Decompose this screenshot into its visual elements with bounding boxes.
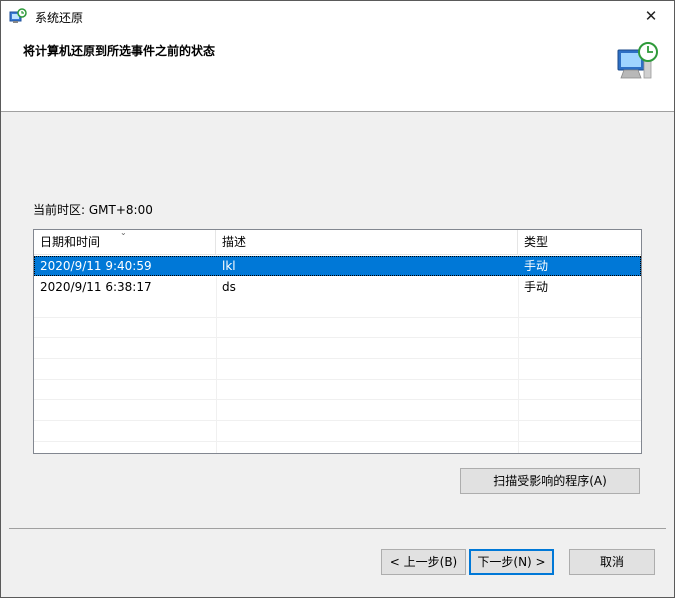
footer-divider [9, 528, 666, 529]
restore-points-table[interactable]: ⌄ 日期和时间 描述 类型 2020/9/11 9:40:59 lkl 手动 2… [33, 229, 642, 454]
column-header-label: 类型 [524, 235, 549, 249]
empty-row [34, 380, 641, 400]
wizard-header: 将计算机还原到所选事件之前的状态 [1, 32, 674, 112]
cell-datetime: 2020/9/11 6:38:17 [40, 280, 152, 294]
table-header: ⌄ 日期和时间 描述 类型 [34, 230, 641, 255]
system-restore-icon [9, 8, 27, 26]
empty-row [34, 360, 641, 380]
sort-descending-icon: ⌄ [120, 229, 127, 237]
empty-row [34, 318, 641, 338]
system-restore-icon [614, 40, 662, 84]
table-row[interactable]: 2020/9/11 6:38:17 ds 手动 [34, 277, 641, 297]
timezone-label: 当前时区: GMT+8:00 [33, 203, 153, 217]
column-header-label: 描述 [222, 235, 247, 249]
column-header-type[interactable]: 类型 [518, 230, 641, 254]
back-button[interactable]: < 上一步(B) [381, 549, 466, 575]
empty-row [34, 422, 641, 442]
title-bar: 系统还原 ✕ [1, 1, 674, 32]
column-header-datetime[interactable]: ⌄ 日期和时间 [34, 230, 216, 254]
scan-affected-programs-button[interactable]: 扫描受影响的程序(A) [460, 468, 640, 494]
cell-type: 手动 [524, 280, 549, 294]
column-header-description[interactable]: 描述 [216, 230, 518, 254]
cell-description: lkl [222, 259, 236, 273]
cell-datetime: 2020/9/11 9:40:59 [40, 259, 152, 273]
close-button[interactable]: ✕ [628, 1, 674, 32]
window-title: 系统还原 [35, 11, 84, 25]
empty-row [34, 339, 641, 359]
wizard-content: 当前时区: GMT+8:00 ⌄ 日期和时间 描述 类型 2020/9/11 9… [1, 112, 674, 525]
cancel-button[interactable]: 取消 [569, 549, 655, 575]
next-button[interactable]: 下一步(N) > [469, 549, 554, 575]
column-header-label: 日期和时间 [40, 235, 101, 249]
cell-description: ds [222, 280, 236, 294]
system-restore-window: 系统还原 ✕ 将计算机还原到所选事件之前的状态 当前时区: GMT+8:00 ⌄… [0, 0, 675, 598]
empty-row [34, 401, 641, 421]
page-title: 将计算机还原到所选事件之前的状态 [23, 44, 216, 58]
cell-type: 手动 [524, 259, 549, 273]
table-row[interactable]: 2020/9/11 9:40:59 lkl 手动 [34, 256, 641, 276]
empty-row [34, 298, 641, 318]
